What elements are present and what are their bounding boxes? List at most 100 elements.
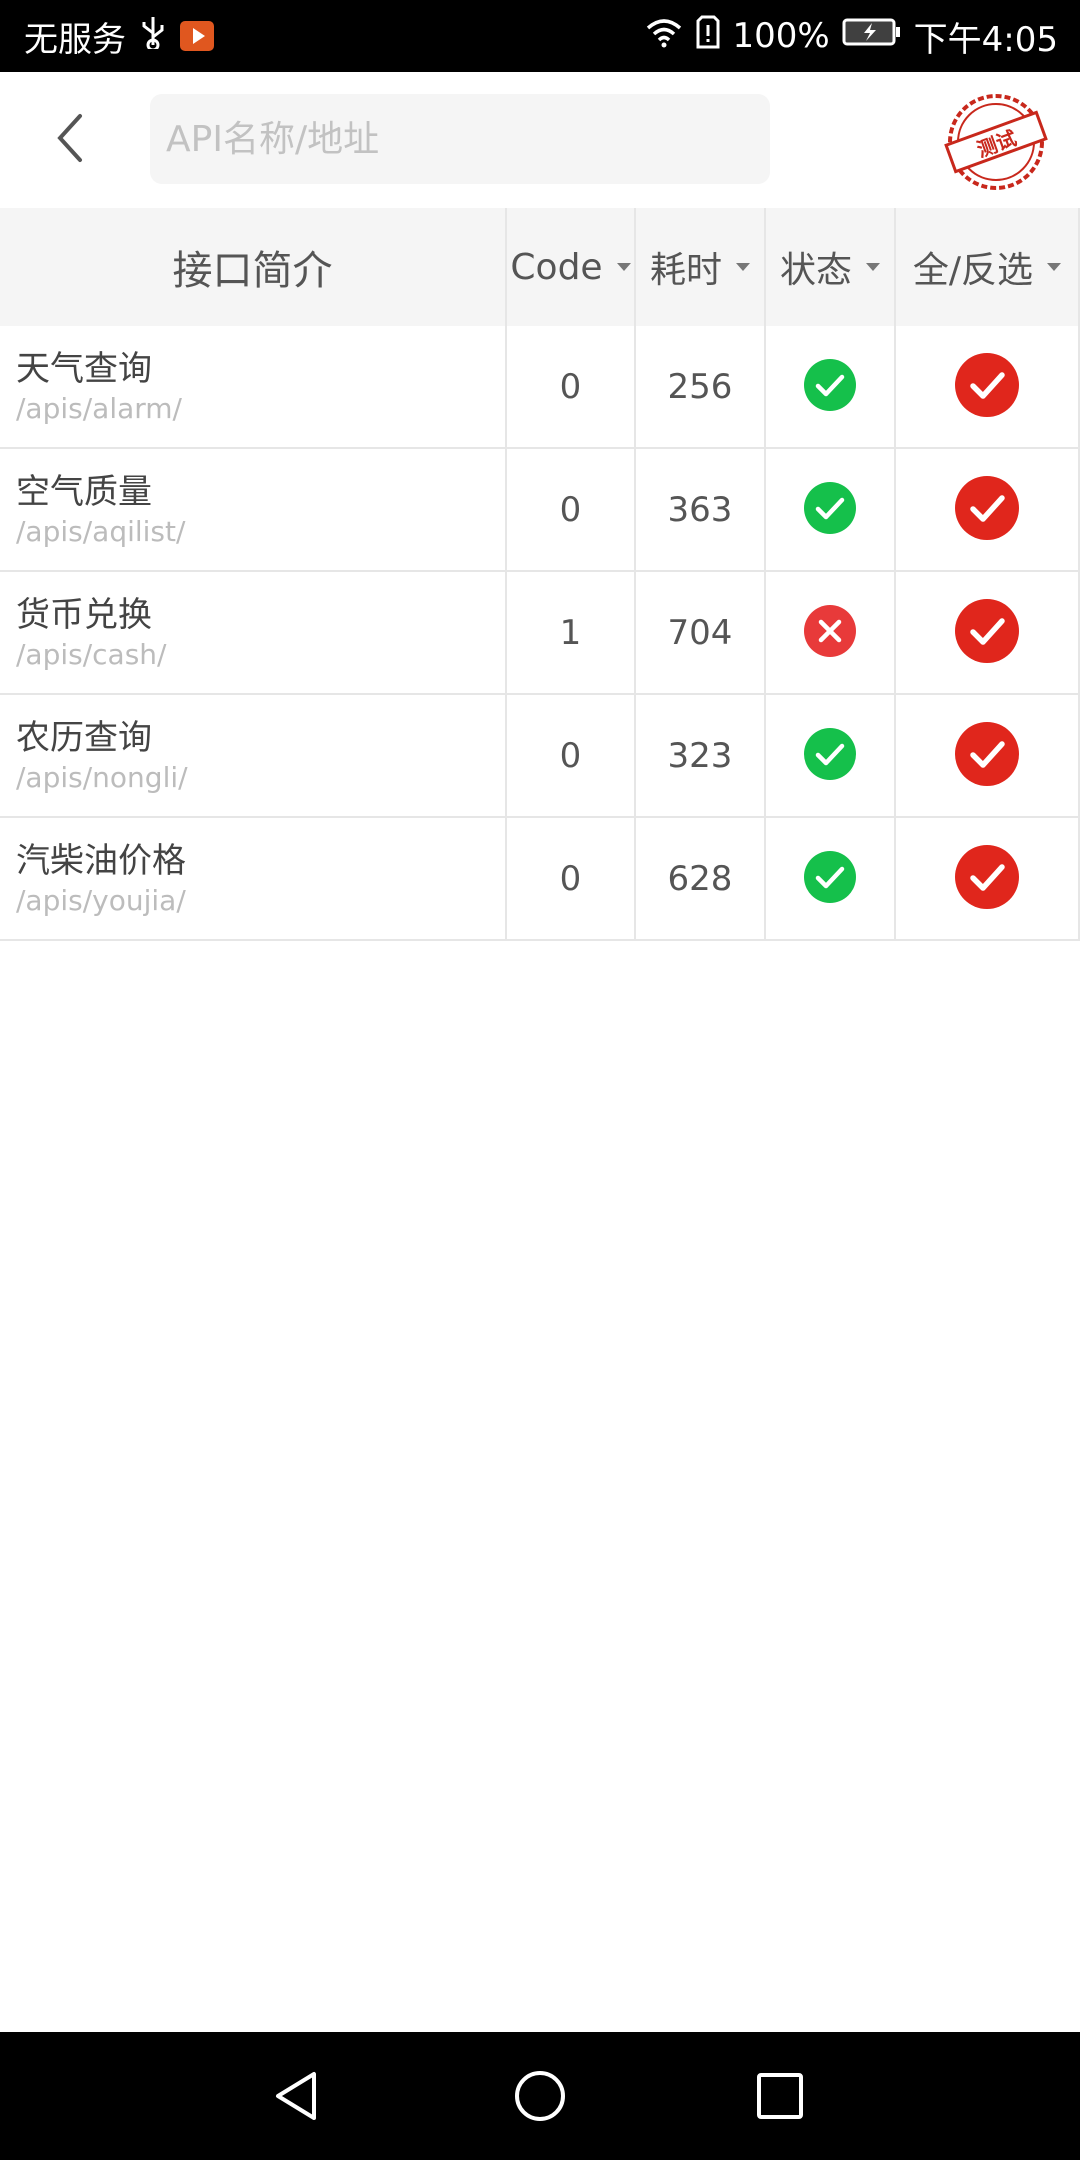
check-circle-icon xyxy=(804,727,856,784)
column-header-label: 状态 xyxy=(779,250,852,291)
table-row[interactable]: 空气质量/apis/aqilist/0 363 xyxy=(0,449,1080,572)
table-row[interactable]: 天气查询/apis/alarm/0 256 xyxy=(0,326,1080,449)
selected-check-icon[interactable] xyxy=(955,352,1019,421)
code-cell: 0 xyxy=(507,695,636,816)
usb-icon xyxy=(140,15,166,58)
status-bar: 无服务 100% 下午4:05 xyxy=(0,0,1080,72)
caret-down-icon xyxy=(1047,263,1062,271)
duration-cell: 323 xyxy=(636,695,766,816)
description-cell: 空气质量/apis/aqilist/ xyxy=(0,449,507,570)
chevron-left-icon xyxy=(50,108,90,172)
code-value: 0 xyxy=(559,489,582,530)
status-cell xyxy=(766,818,896,939)
column-header-code[interactable]: Code xyxy=(507,208,636,326)
search-box[interactable] xyxy=(150,94,770,184)
column-header-duration[interactable]: 耗时 xyxy=(636,208,766,326)
code-cell: 0 xyxy=(507,818,636,939)
square-recents-icon xyxy=(757,2073,803,2119)
duration-cell: 704 xyxy=(636,572,766,693)
selected-check-icon[interactable] xyxy=(955,475,1019,544)
api-path: /apis/cash/ xyxy=(16,637,167,671)
video-app-icon xyxy=(180,21,214,51)
duration-value: 628 xyxy=(667,858,733,899)
code-value: 0 xyxy=(559,735,582,776)
search-input[interactable] xyxy=(166,118,770,160)
description-cell: 货币兑换/apis/cash/ xyxy=(0,572,507,693)
select-cell[interactable] xyxy=(896,818,1080,939)
caret-down-icon xyxy=(736,263,750,271)
api-path: /apis/aqilist/ xyxy=(16,514,186,548)
carrier-text: 无服务 xyxy=(24,19,126,60)
x-circle-icon xyxy=(804,604,856,661)
api-name: 农历查询 xyxy=(16,717,152,758)
duration-value: 256 xyxy=(667,366,733,407)
column-header-label: 耗时 xyxy=(649,250,722,291)
description-cell: 汽柴油价格/apis/youjia/ xyxy=(0,818,507,939)
column-header-label: 接口简介 xyxy=(172,248,333,294)
selected-check-icon[interactable] xyxy=(955,721,1019,790)
table-row[interactable]: 货币兑换/apis/cash/1 704 xyxy=(0,572,1080,695)
api-name: 空气质量 xyxy=(16,471,152,512)
nav-back-button[interactable] xyxy=(264,2062,332,2130)
select-cell[interactable] xyxy=(896,695,1080,816)
caret-down-icon xyxy=(866,263,880,271)
caret-down-icon xyxy=(616,263,631,271)
table-body: 天气查询/apis/alarm/0 256 空气质量/apis/aqilist/0 3… xyxy=(0,326,1080,941)
status-cell xyxy=(766,326,896,447)
duration-cell: 256 xyxy=(636,326,766,447)
check-circle-icon xyxy=(804,481,856,538)
system-nav-bar xyxy=(0,2032,1080,2160)
code-cell: 1 xyxy=(507,572,636,693)
api-path: /apis/alarm/ xyxy=(16,391,182,425)
table-row[interactable]: 汽柴油价格/apis/youjia/0 628 xyxy=(0,818,1080,941)
code-cell: 0 xyxy=(507,326,636,447)
api-name: 汽柴油价格 xyxy=(16,840,186,881)
api-path: /apis/nongli/ xyxy=(16,760,188,794)
circle-home-icon xyxy=(515,2071,565,2121)
duration-value: 323 xyxy=(667,735,733,776)
duration-cell: 628 xyxy=(636,818,766,939)
duration-value: 704 xyxy=(667,612,733,653)
column-header-label: 全/反选 xyxy=(912,250,1034,291)
table-row[interactable]: 农历查询/apis/nongli/0 323 xyxy=(0,695,1080,818)
clock-text: 下午4:05 xyxy=(913,19,1058,60)
selected-check-icon[interactable] xyxy=(955,844,1019,913)
check-circle-icon xyxy=(804,850,856,907)
column-header-status[interactable]: 状态 xyxy=(766,208,896,326)
check-circle-icon xyxy=(804,358,856,415)
status-bar-right: 100% 下午4:05 xyxy=(644,0,1058,72)
battery-percent: 100% xyxy=(732,16,830,56)
sim-alert-icon xyxy=(696,15,720,58)
duration-cell: 363 xyxy=(636,449,766,570)
nav-recents-button[interactable] xyxy=(746,2062,814,2130)
api-path: /apis/youjia/ xyxy=(16,883,186,917)
app-header: 测试 xyxy=(0,72,1080,208)
back-button[interactable] xyxy=(30,100,110,180)
status-cell xyxy=(766,449,896,570)
api-name: 货币兑换 xyxy=(16,594,152,635)
status-cell xyxy=(766,572,896,693)
table-header: 接口简介 Code 耗时 状态 全/反选 xyxy=(0,208,1080,326)
selected-check-icon[interactable] xyxy=(955,598,1019,667)
nav-home-button[interactable] xyxy=(506,2062,574,2130)
duration-value: 363 xyxy=(667,489,733,530)
column-header-description: 接口简介 xyxy=(0,208,507,326)
wifi-icon xyxy=(644,16,684,57)
status-bar-left: 无服务 xyxy=(24,0,214,72)
test-stamp-button[interactable]: 测试 xyxy=(944,90,1048,194)
description-cell: 天气查询/apis/alarm/ xyxy=(0,326,507,447)
api-name: 天气查询 xyxy=(16,348,152,389)
api-table: 接口简介 Code 耗时 状态 全/反选 天气查询 /apis/alarm/ 0… xyxy=(0,208,1080,941)
code-value: 0 xyxy=(559,366,582,407)
code-value: 1 xyxy=(559,612,582,653)
column-header-label: Code xyxy=(510,246,603,288)
code-value: 0 xyxy=(559,858,582,899)
select-cell[interactable] xyxy=(896,572,1080,693)
status-cell xyxy=(766,695,896,816)
description-cell: 农历查询/apis/nongli/ xyxy=(0,695,507,816)
select-cell[interactable] xyxy=(896,326,1080,447)
battery-charging-icon xyxy=(842,16,902,56)
column-header-select-all[interactable]: 全/反选 xyxy=(896,208,1080,326)
triangle-back-icon xyxy=(276,2072,316,2120)
select-cell[interactable] xyxy=(896,449,1080,570)
